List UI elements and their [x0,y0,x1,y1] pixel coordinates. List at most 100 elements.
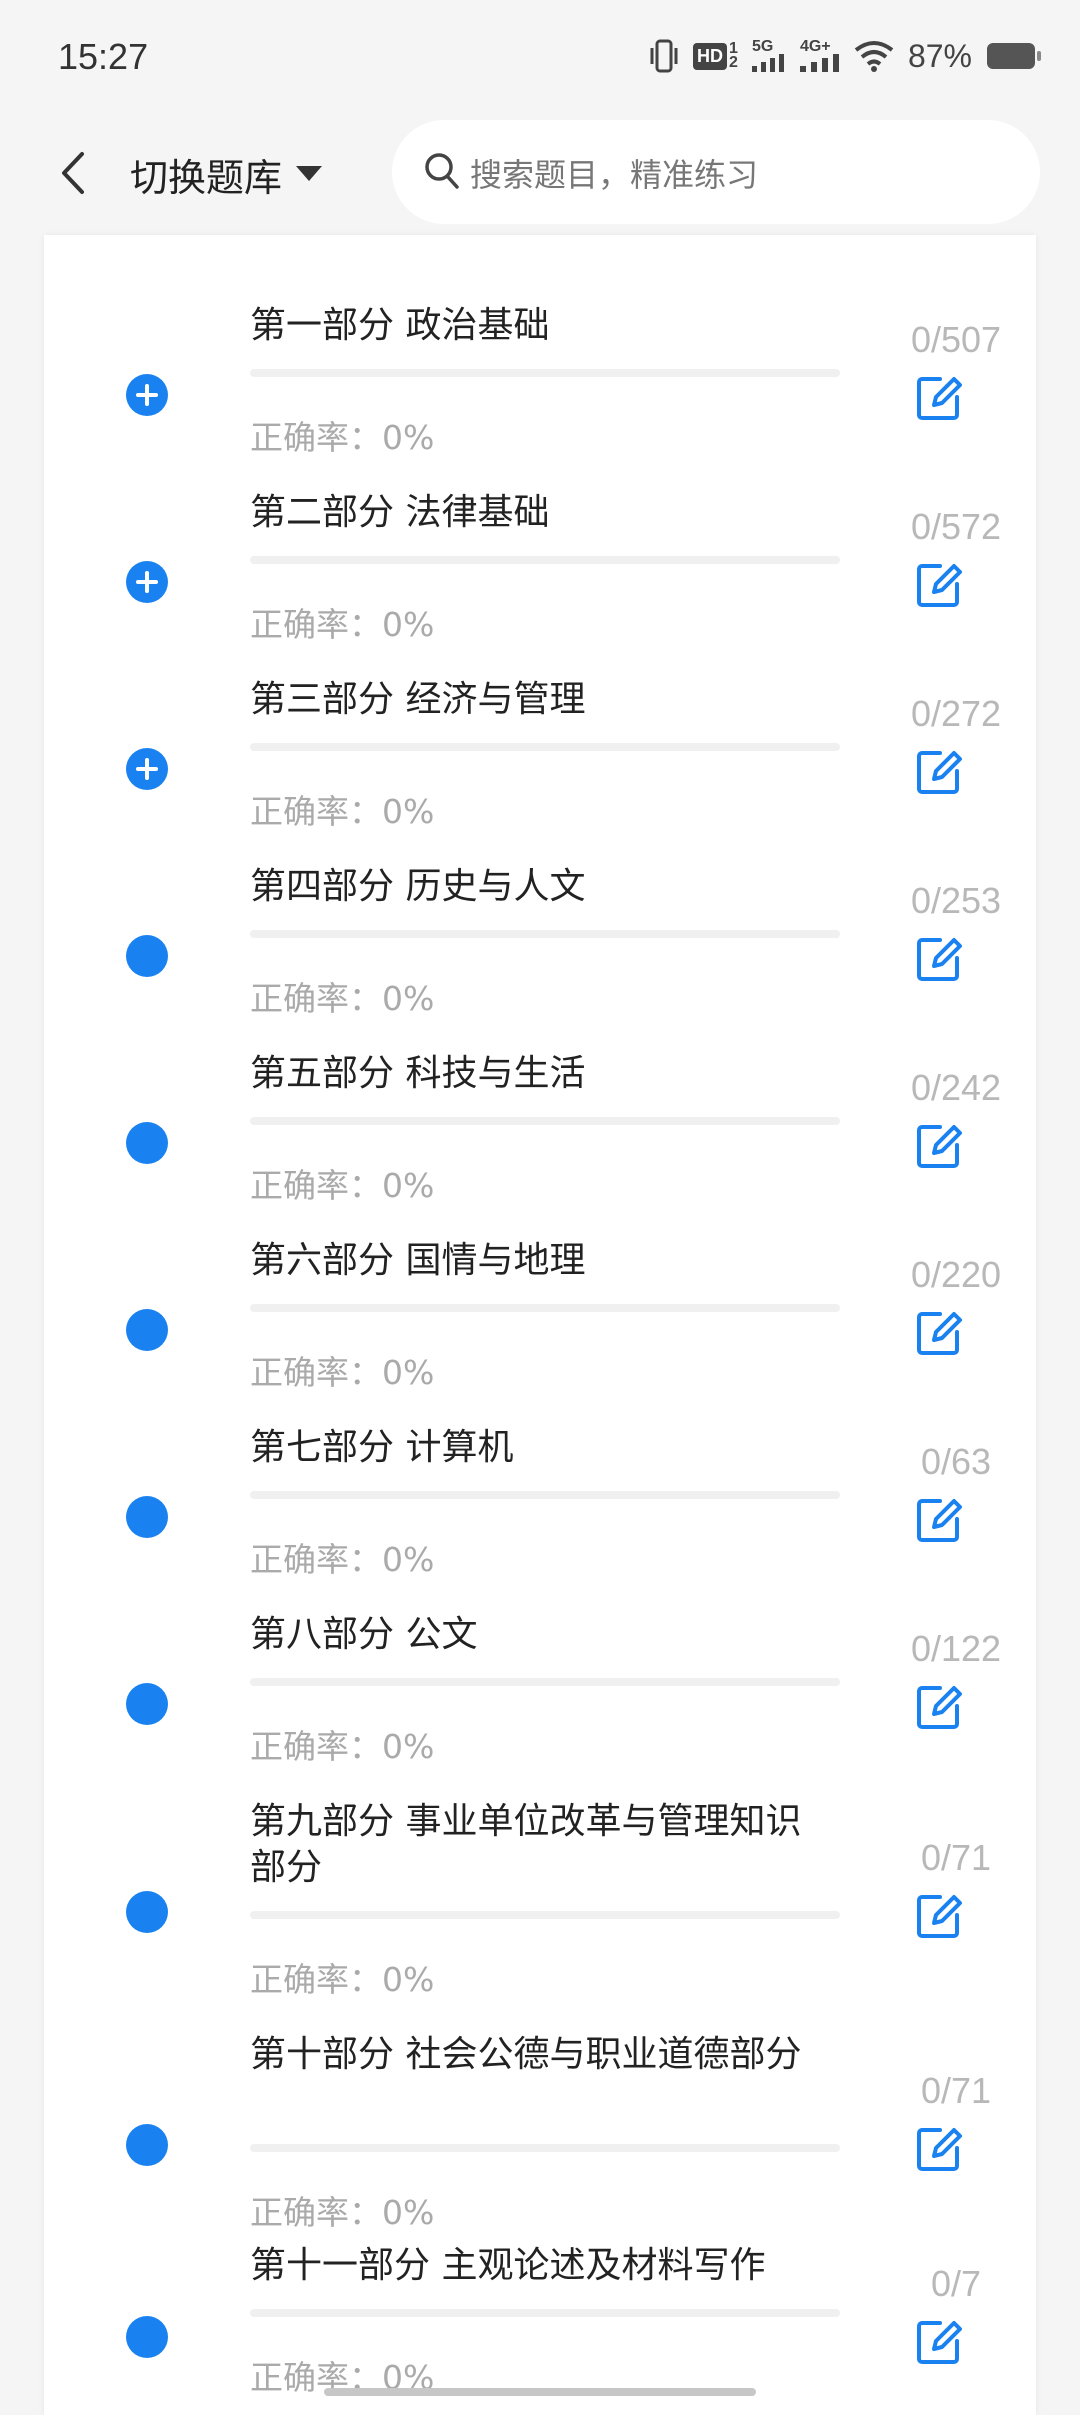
accuracy-text: 正确率：0% [250,792,435,831]
progress-count: 0/220 [910,1254,1002,1295]
switch-bank-dropdown[interactable]: 切换题库 [130,141,323,207]
edit-icon[interactable] [914,1308,964,1358]
back-button[interactable] [48,143,98,203]
progress-bar [250,743,840,751]
bank-title: 切换题库 [130,155,283,200]
list-item[interactable]: 第二部分 法律基础 正确率：0% 0/572 [44,464,1036,651]
home-indicator[interactable] [324,2388,756,2396]
section-title: 第十一部分 主观论述及材料写作 [250,2245,766,2286]
bullet-dot [126,1496,168,1538]
expand-icon[interactable] [126,748,168,790]
hd-icon: HD 1 2 [693,41,738,71]
section-title: 第十部分 社会公德与职业道德部分 [250,2034,802,2075]
progress-bar [250,2309,840,2317]
net1-label: 5G [751,38,774,55]
sim-sub: 2 [729,54,738,71]
list-item[interactable]: 第九部分 事业单位改革与管理知识部分 正确率：0% 0/71 [44,1773,1036,2006]
progress-count: 0/272 [910,693,1002,734]
list-item[interactable]: 第四部分 历史与人文 正确率：0% 0/253 [44,838,1036,1025]
section-title: 第七部分 计算机 [250,1427,514,1468]
search-icon [425,153,459,189]
list-item[interactable]: 第八部分 公文 正确率：0% 0/122 [44,1586,1036,1773]
progress-bar [250,1304,840,1312]
progress-bar [250,1678,840,1686]
progress-count: 0/572 [910,506,1002,547]
section-title: 第四部分 历史与人文 [250,866,586,907]
progress-count: 0/7 [930,2263,982,2304]
list-item[interactable]: 第三部分 经济与管理 正确率：0% 0/272 [44,651,1036,838]
section-title: 第八部分 公文 [250,1614,478,1655]
progress-count: 0/71 [920,1837,992,1878]
edit-icon[interactable] [914,934,964,984]
status-time: 15:27 [58,36,149,77]
progress-bar [250,369,840,377]
status-bar: 15:27 HD 1 2 5G 4G+ 87% [0,0,1080,115]
section-title: 第三部分 经济与管理 [250,679,586,720]
hd-label: HD [693,42,728,70]
expand-icon[interactable] [126,374,168,416]
accuracy-text: 正确率：0% [250,1727,435,1766]
vibrate-icon [649,38,679,74]
progress-count: 0/122 [910,1628,1002,1669]
search-placeholder: 搜索题目，精准练习 [470,156,759,194]
status-icons: HD 1 2 5G 4G+ 87% [649,34,1042,78]
bullet-dot [126,1891,168,1933]
battery-percent: 87% [907,37,972,74]
progress-bar [250,1117,840,1125]
edit-icon[interactable] [914,1121,964,1171]
accuracy-text: 正确率：0% [250,1960,435,1999]
battery-icon [986,41,1042,71]
expand-icon[interactable] [126,561,168,603]
net2-label: 4G+ [799,38,831,55]
section-title: 第九部分 事业单位改革与管理知识部分 [250,1801,802,1888]
accuracy-text: 正确率：0% [250,605,435,644]
bullet-dot [126,1122,168,1164]
section-title: 第五部分 科技与生活 [250,1053,586,1094]
search-input[interactable]: 搜索题目，精准练习 [392,120,1040,224]
edit-icon[interactable] [914,747,964,797]
progress-bar [250,1491,840,1499]
edit-icon[interactable] [914,1682,964,1732]
bullet-dot [126,1309,168,1351]
section-title: 第二部分 法律基础 [250,492,550,533]
edit-icon[interactable] [914,2317,964,2367]
section-list: 第一部分 政治基础 正确率：0% 0/507 第二部分 法律基础 正确率：0% … [44,235,1036,2415]
bullet-dot [126,1683,168,1725]
signal-5g-icon: 5G [751,38,786,72]
list-item[interactable]: 第一部分 政治基础 正确率：0% 0/507 [44,277,1036,464]
progress-count: 0/71 [920,2070,992,2111]
edit-icon[interactable] [914,560,964,610]
top-bar: 切换题库 搜索题目，精准练习 [0,115,1080,235]
caret-down-icon [296,166,323,181]
chevron-left-icon [62,152,84,194]
bullet-dot [126,2124,168,2166]
progress-bar [250,930,840,938]
section-title: 第六部分 国情与地理 [250,1240,586,1281]
list-item[interactable]: 第六部分 国情与地理 正确率：0% 0/220 [44,1212,1036,1399]
progress-count: 0/242 [910,1067,1002,1108]
progress-bar [250,2144,840,2152]
progress-count: 0/507 [910,319,1002,360]
accuracy-text: 正确率：0% [250,1540,435,1579]
list-item[interactable]: 第十部分 社会公德与职业道德部分 正确率：0% 0/71 [44,2006,1036,2239]
accuracy-text: 正确率：0% [250,1353,435,1392]
progress-bar [250,556,840,564]
progress-count: 0/253 [910,880,1002,921]
accuracy-text: 正确率：0% [250,1166,435,1205]
edit-icon[interactable] [914,1891,964,1941]
section-title: 第一部分 政治基础 [250,305,550,346]
list-item[interactable]: 第七部分 计算机 正确率：0% 0/63 [44,1399,1036,1586]
list-item[interactable]: 第五部分 科技与生活 正确率：0% 0/242 [44,1025,1036,1212]
bullet-dot [126,935,168,977]
accuracy-text: 正确率：0% [250,418,435,457]
bullet-dot [126,2316,168,2358]
progress-count: 0/63 [920,1441,992,1482]
signal-4g-icon: 4G+ [799,38,840,72]
wifi-icon [854,40,894,72]
progress-bar [250,1911,840,1919]
edit-icon[interactable] [914,1495,964,1545]
accuracy-text: 正确率：0% [250,2193,435,2232]
accuracy-text: 正确率：0% [250,979,435,1018]
edit-icon[interactable] [914,2124,964,2174]
edit-icon[interactable] [914,373,964,423]
